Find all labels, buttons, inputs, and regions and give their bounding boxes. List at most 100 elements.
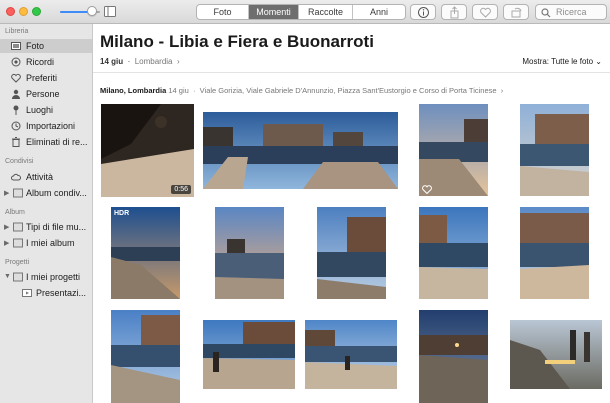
person-icon	[12, 89, 20, 99]
show-filter-label: Mostra: Tutte le foto	[522, 57, 594, 66]
minimize-window-button[interactable]	[19, 7, 28, 16]
share-button[interactable]	[441, 4, 467, 20]
sidebar-item-label: Foto	[26, 41, 45, 51]
moment-streets: Viale Gorizia, Viale Gabriele D'Annunzio…	[199, 86, 497, 95]
sidebar: Libreria Foto Ricordi Preferiti Persone …	[0, 24, 93, 403]
sidebar-item-i-miei-album[interactable]: ▶ I miei album	[0, 236, 92, 250]
photo-thumbnail[interactable]	[510, 320, 602, 389]
photo-image	[520, 104, 589, 196]
photo-image	[419, 310, 488, 403]
page-title: Milano - Libia e Fiera e Buonarroti	[100, 32, 374, 51]
tab-foto[interactable]: Foto	[197, 5, 249, 19]
photo-thumbnail[interactable]	[111, 310, 180, 403]
zoom-slider-knob[interactable]	[87, 6, 97, 16]
disclosure-triangle-icon[interactable]: ▶	[4, 223, 9, 231]
pin-icon	[13, 105, 19, 115]
sidebar-item-tipi-di-file[interactable]: ▶ Tipi di file mu...	[0, 220, 92, 234]
moment-place: Milano, Lombardia	[100, 86, 167, 95]
region-link[interactable]: Lombardia	[135, 57, 173, 66]
heart-icon	[11, 73, 21, 83]
slideshow-icon	[22, 289, 32, 297]
photo-image	[317, 207, 386, 299]
close-window-button[interactable]	[6, 7, 15, 16]
rotate-button[interactable]	[503, 4, 529, 20]
photo-thumbnail[interactable]	[215, 207, 284, 299]
sidebar-item-i-miei-progetti[interactable]: ▼ I miei progetti	[0, 270, 92, 284]
sidebar-item-attivita[interactable]: Attività	[0, 170, 92, 184]
share-icon	[450, 6, 459, 19]
sidebar-item-album-condivisi[interactable]: ▶ Album condiv...	[0, 186, 92, 200]
sidebar-item-eliminati[interactable]: Eliminati di re...	[0, 135, 92, 149]
chevron-right-icon: ›	[498, 86, 504, 95]
photo-image	[305, 320, 397, 389]
photo-image	[419, 104, 488, 196]
sidebar-item-persone[interactable]: Persone	[0, 87, 92, 101]
sidebar-item-label: I miei album	[26, 238, 75, 248]
sidebar-item-preferiti[interactable]: Preferiti	[0, 71, 92, 85]
disclosure-triangle-icon[interactable]: ▶	[4, 239, 9, 247]
photo-image	[520, 207, 589, 299]
zoom-window-button[interactable]	[32, 7, 41, 16]
sidebar-toggle-icon[interactable]	[104, 6, 116, 17]
favorite-heart-icon	[422, 185, 432, 194]
disclosure-triangle-open-icon[interactable]: ▼	[4, 273, 11, 280]
search-icon	[541, 8, 551, 18]
sidebar-item-label: Persone	[26, 89, 60, 99]
search-placeholder: Ricerca	[556, 7, 587, 17]
photo-thumbnail[interactable]: 0:56	[101, 104, 194, 197]
photo-image	[101, 104, 194, 197]
photo-thumbnail[interactable]	[419, 207, 488, 299]
info-icon	[418, 7, 429, 18]
photo-image	[203, 112, 398, 189]
show-filter-dropdown[interactable]: Mostra: Tutte le foto ⌄	[522, 57, 602, 66]
chevron-down-icon: ⌄	[595, 57, 602, 66]
moments-view: Milano - Libia e Fiera e Buonarroti 14 g…	[93, 24, 610, 403]
header-divider	[93, 72, 610, 73]
sidebar-item-label: Presentazi...	[36, 288, 87, 298]
photo-thumbnail[interactable]	[203, 112, 398, 189]
photo-image	[203, 320, 295, 389]
heart-icon	[480, 7, 491, 18]
photo-thumbnail[interactable]	[305, 320, 397, 389]
moment-date: 14 giu	[100, 57, 124, 66]
sidebar-item-label: I miei progetti	[26, 272, 81, 282]
tab-anni[interactable]: Anni	[353, 5, 405, 19]
sidebar-item-label: Eliminati di re...	[26, 137, 88, 147]
folder-icon	[13, 222, 23, 232]
tab-raccolte[interactable]: Raccolte	[299, 5, 353, 19]
sidebar-item-luoghi[interactable]: Luoghi	[0, 103, 92, 117]
sidebar-item-label: Tipi di file mu...	[26, 222, 87, 232]
photo-thumbnail[interactable]	[419, 310, 488, 403]
sidebar-item-presentazione[interactable]: Presentazi...	[0, 286, 92, 300]
sidebar-section-libreria: Libreria	[5, 28, 29, 35]
photo-thumbnail[interactable]	[520, 207, 589, 299]
sidebar-item-label: Attività	[26, 172, 54, 182]
sidebar-item-ricordi[interactable]: Ricordi	[0, 55, 92, 69]
moment-location-row[interactable]: Milano, Lombardia 14 giu · Viale Gorizia…	[100, 86, 503, 95]
video-duration-badge: 0:56	[171, 185, 191, 194]
folder-icon	[13, 238, 23, 248]
sidebar-item-foto[interactable]: Foto	[0, 39, 92, 53]
sidebar-item-importazioni[interactable]: Importazioni	[0, 119, 92, 133]
toolbar: Foto Momenti Raccolte Anni Ricerca	[0, 0, 610, 24]
photo-thumbnail[interactable]	[203, 320, 295, 389]
photo-thumbnail[interactable]	[520, 104, 589, 196]
clock-icon	[11, 121, 21, 131]
sidebar-item-label: Album condiv...	[26, 188, 87, 198]
sidebar-section-album: Album	[5, 209, 25, 216]
search-field[interactable]: Ricerca	[535, 4, 607, 20]
disclosure-triangle-icon[interactable]: ▶	[4, 189, 9, 197]
photo-image	[215, 207, 284, 299]
folder-icon	[13, 188, 23, 198]
sidebar-section-condivisi: Condivisi	[5, 158, 34, 165]
info-button[interactable]	[410, 4, 436, 20]
photo-image	[510, 320, 602, 389]
photo-thumbnail[interactable]	[317, 207, 386, 299]
chevron-right-icon: ›	[174, 57, 180, 66]
favorite-button[interactable]	[472, 4, 498, 20]
tab-momenti[interactable]: Momenti	[249, 5, 299, 19]
folder-icon	[13, 272, 23, 282]
photo-thumbnail[interactable]: HDR	[111, 207, 180, 299]
photo-image	[111, 207, 180, 299]
photo-thumbnail[interactable]	[419, 104, 488, 196]
